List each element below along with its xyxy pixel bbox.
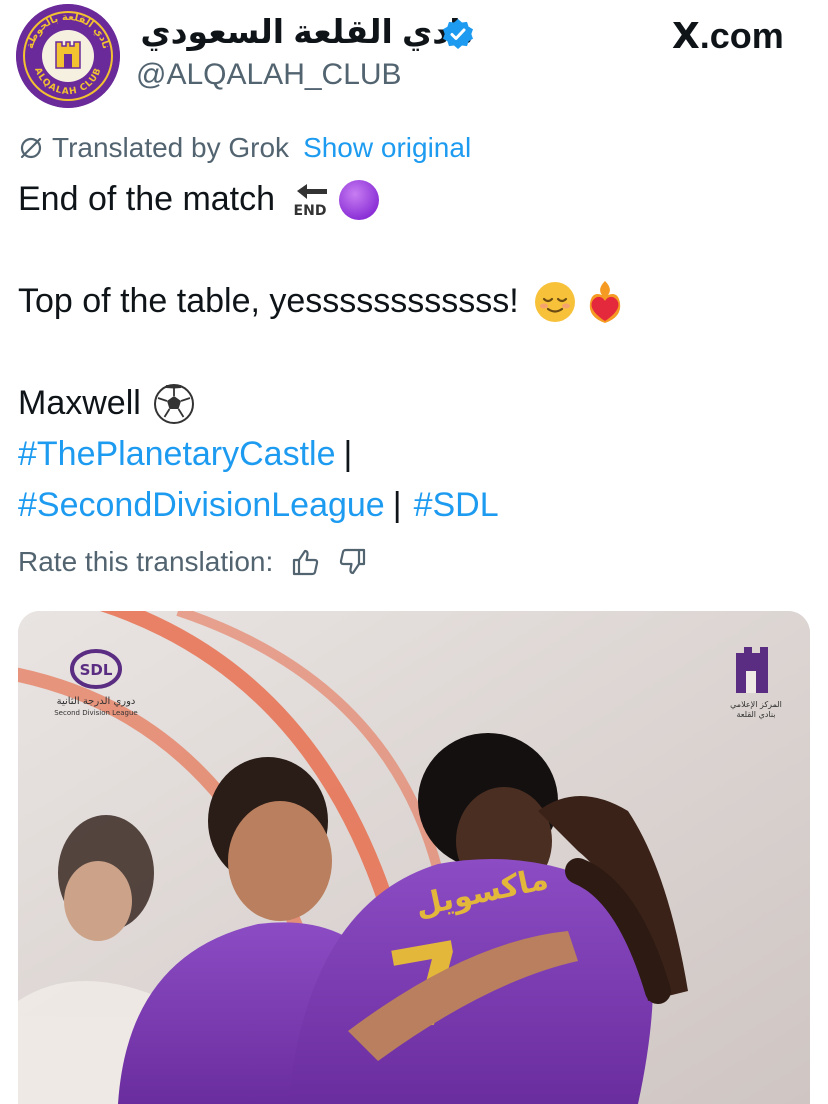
- translation-notice: Translated by Grok Show original: [18, 128, 471, 168]
- verified-badge-icon: [443, 19, 473, 49]
- account-handle[interactable]: @ALQALAH_CLUB: [136, 56, 402, 94]
- sdl-logo-text: SDL: [80, 661, 113, 679]
- translated-by-label: Translated by Grok: [52, 132, 290, 163]
- purple-circle-emoji: [339, 179, 380, 220]
- club-media-line-2: بنادي القلعة: [737, 710, 776, 719]
- hashtag-separator: |: [392, 486, 402, 524]
- club-media-line-1: المركز الإعلامي: [730, 700, 782, 710]
- hashtag-separator: |: [343, 435, 353, 473]
- club-crest-icon: نادي القلعة بالحوطة ALQALAH CLUB: [16, 4, 120, 108]
- end-emoji-text: END: [294, 203, 327, 219]
- site-label: .com: [699, 15, 784, 56]
- soccer-ball-emoji: [153, 383, 194, 424]
- grok-translate-icon: [20, 137, 42, 159]
- hashtag-sdl[interactable]: #SDL: [414, 480, 499, 531]
- thumbs-down-icon[interactable]: [337, 546, 369, 578]
- hashtag-planetary-castle[interactable]: #ThePlanetaryCastle: [18, 429, 336, 480]
- thumbs-up-icon[interactable]: [289, 546, 321, 578]
- match-photo: SDL دوري الدرجة الثانية Second Division …: [18, 611, 810, 1104]
- relieved-face-emoji: [534, 281, 575, 322]
- tweet-media-image[interactable]: SDL دوري الدرجة الثانية Second Division …: [18, 611, 810, 1104]
- show-original-link[interactable]: Show original: [303, 132, 471, 164]
- heart-on-fire-emoji: [589, 280, 620, 323]
- rate-translation-row: Rate this translation:: [18, 542, 369, 582]
- x-logo-icon: X: [672, 16, 700, 57]
- hashtag-second-division-league[interactable]: #SecondDivisionLeague: [18, 480, 385, 531]
- rate-translation-label: Rate this translation:: [18, 546, 274, 577]
- tweet-text: End of the match END Top of the table, y…: [18, 174, 818, 531]
- end-arrow-emoji: END: [294, 183, 328, 219]
- tweet-line-3: Maxwell: [18, 384, 141, 422]
- display-name[interactable]: نادي القلعة السعودي: [134, 12, 474, 52]
- league-arabic-text: دوري الدرجة الثانية: [57, 696, 136, 707]
- tweet-line-2: Top of the table, yessssssssssss!: [18, 282, 519, 320]
- x-com-logo[interactable]: X.com: [672, 14, 784, 59]
- tweet-line-1: End of the match: [18, 180, 276, 218]
- league-english-text: Second Division League: [54, 709, 138, 717]
- avatar[interactable]: نادي القلعة بالحوطة ALQALAH CLUB: [16, 4, 120, 108]
